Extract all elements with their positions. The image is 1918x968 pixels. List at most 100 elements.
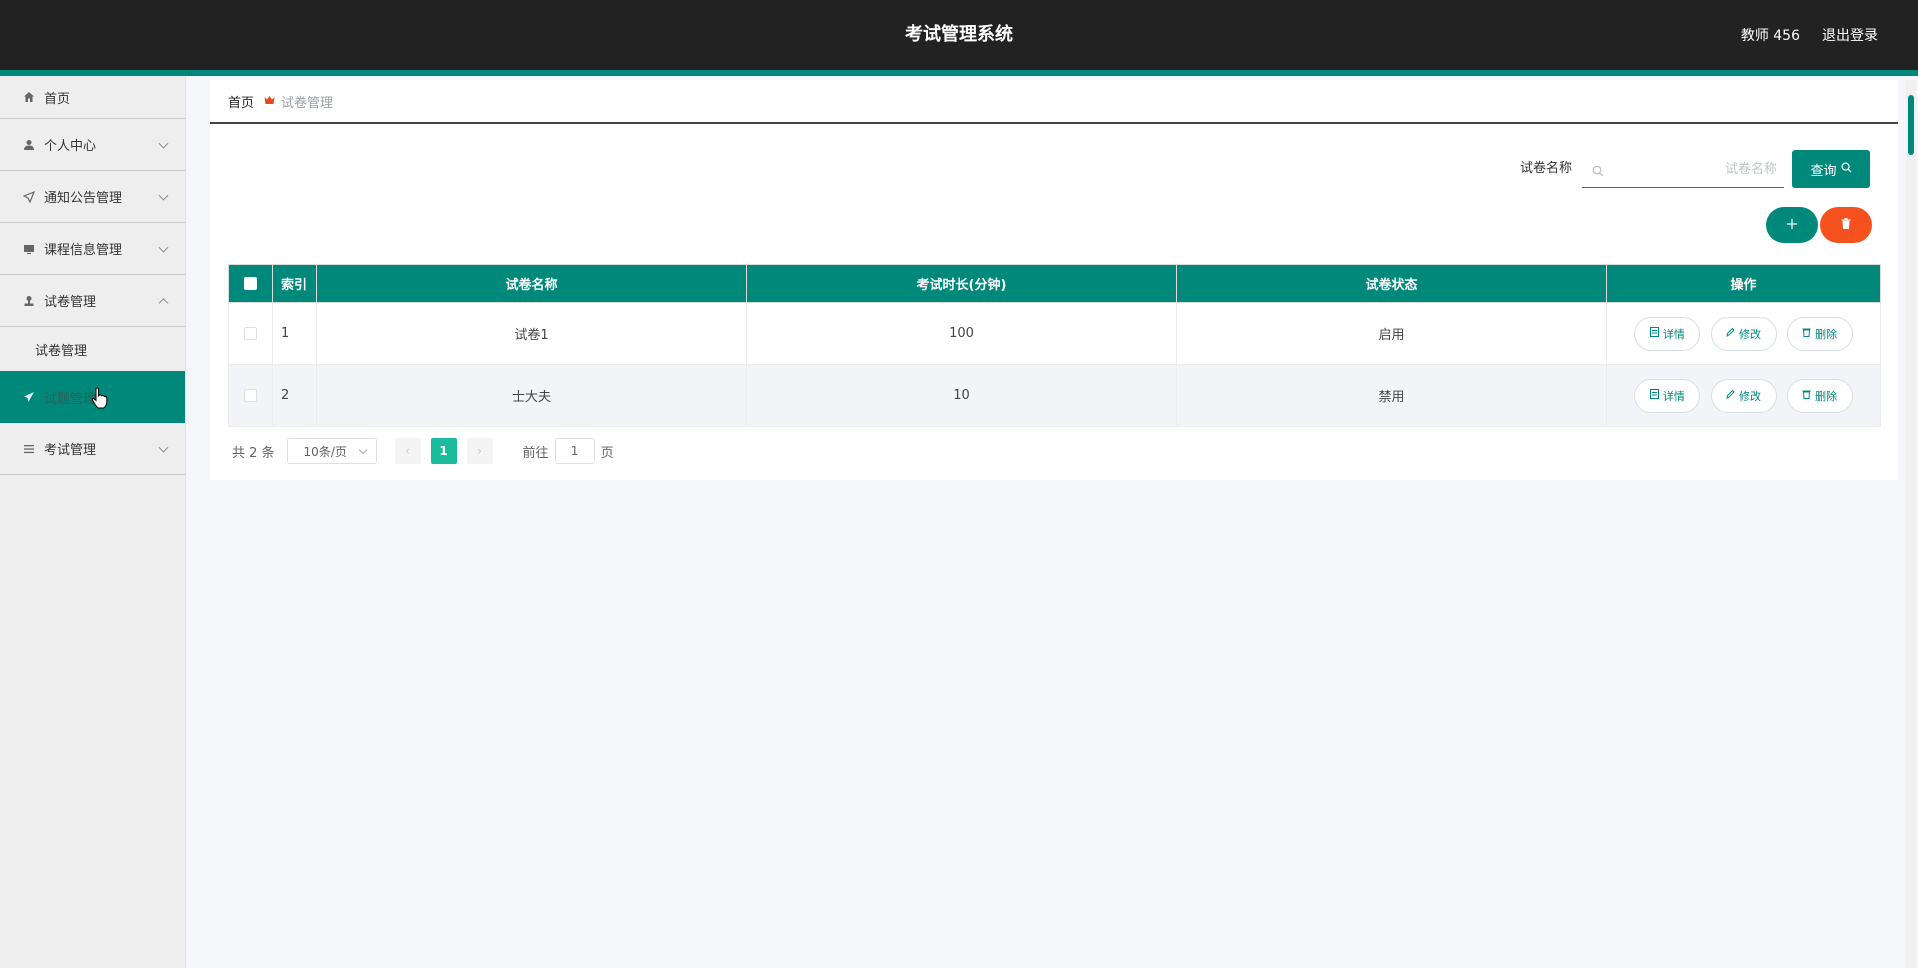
- sidebar-item-papers[interactable]: 试卷管理: [0, 275, 185, 327]
- edit-button[interactable]: 修改: [1710, 378, 1777, 413]
- hand-pointer-icon: [91, 387, 109, 409]
- detail-label: 详情: [1662, 327, 1685, 341]
- search-label: 试卷名称: [1520, 161, 1573, 176]
- scrollbar-thumb[interactable]: [1908, 95, 1914, 155]
- chevron-up-icon: [158, 297, 169, 308]
- search-field[interactable]: [1582, 150, 1784, 188]
- cell-duration: 10: [746, 364, 1177, 427]
- query-button-label: 查询: [1810, 163, 1837, 179]
- breadcrumb-current: 试卷管理: [281, 95, 334, 111]
- user-icon: [22, 138, 36, 152]
- sidebar-item-profile[interactable]: 个人中心: [0, 119, 185, 171]
- detail-button[interactable]: 详情: [1634, 316, 1701, 351]
- trash-icon: [1841, 218, 1851, 232]
- scrollbar-track[interactable]: [1906, 80, 1916, 968]
- breadcrumb-home[interactable]: 首页: [228, 92, 254, 111]
- query-button[interactable]: 查询: [1792, 150, 1870, 188]
- delete-button[interactable]: 删除: [1786, 316, 1853, 351]
- send-icon: [22, 190, 36, 204]
- detail-button[interactable]: 详情: [1634, 378, 1701, 413]
- sidebar-subitem-papers[interactable]: 试卷管理: [0, 327, 185, 371]
- next-page-button[interactable]: ›: [466, 438, 493, 464]
- chevron-down-icon: [158, 442, 169, 453]
- table-row: 2 士大夫 10 禁用 详情 修改 删除: [228, 364, 1881, 427]
- search-input[interactable]: [1612, 150, 1777, 188]
- chevron-down-icon: [358, 445, 367, 455]
- sidebar-item-label: 试题管理: [44, 391, 97, 407]
- user-info: 教师 456 退出登录: [1741, 0, 1878, 70]
- goto-page-input[interactable]: [554, 438, 595, 464]
- row-checkbox[interactable]: [244, 389, 257, 402]
- chevron-right-icon: ›: [477, 444, 482, 458]
- crown-icon: [264, 94, 275, 108]
- sidebar-item-label: 通知公告管理: [44, 191, 123, 206]
- add-button[interactable]: [1766, 207, 1818, 243]
- monitor-icon: [22, 242, 36, 256]
- edit-button[interactable]: 修改: [1710, 316, 1777, 351]
- logout-button[interactable]: 退出登录: [1822, 25, 1878, 45]
- top-header: 考试管理系统 教师 456 退出登录: [0, 0, 1918, 70]
- cell-actions: 详情 修改 删除: [1606, 302, 1881, 365]
- goto-prefix: 前往: [522, 445, 549, 461]
- cell-status: 启用: [1176, 302, 1607, 365]
- table-row: 1 试卷1 100 启用 详情 修改 删除: [228, 302, 1881, 365]
- home-icon: [22, 90, 36, 104]
- sidebar-item-courses[interactable]: 课程信息管理: [0, 223, 185, 275]
- pagination: 共 2 条 10条/页 ‹ 1 › 前往 页: [232, 437, 614, 465]
- column-header-actions: 操作: [1606, 264, 1881, 303]
- row-checkbox[interactable]: [244, 327, 257, 340]
- document-icon: [1649, 389, 1659, 402]
- paper-plane-icon: [22, 390, 36, 404]
- cell-name: 试卷1: [316, 302, 747, 365]
- batch-delete-button[interactable]: [1820, 207, 1872, 243]
- sidebar-item-label: 课程信息管理: [44, 243, 123, 258]
- cell-index: 2: [272, 364, 317, 427]
- page-number-button[interactable]: 1: [430, 438, 457, 464]
- column-header-index: 索引: [272, 264, 317, 303]
- breadcrumb: 首页 试卷管理: [210, 80, 1898, 124]
- page-size-select[interactable]: 10条/页: [286, 438, 377, 464]
- goto-suffix: 页: [600, 445, 614, 461]
- chevron-left-icon: ‹: [405, 444, 410, 458]
- page-size-value: 10条/页: [303, 444, 347, 459]
- trash-icon: [1802, 389, 1811, 402]
- chevron-down-icon: [158, 138, 169, 149]
- app-title: 考试管理系统: [905, 24, 1013, 45]
- sidebar-item-label: 考试管理: [44, 443, 97, 458]
- row-select-cell: [228, 302, 273, 365]
- papers-table: 索引 试卷名称 考试时长(分钟) 试卷状态 操作 1 试卷1 100 启用 详情: [228, 264, 1881, 427]
- sidebar-item-notices[interactable]: 通知公告管理: [0, 171, 185, 223]
- row-select-cell: [228, 364, 273, 427]
- goto-page: 前往 页: [523, 438, 614, 464]
- sidebar-item-exams[interactable]: 考试管理: [0, 423, 185, 475]
- column-header-duration: 考试时长(分钟): [746, 264, 1177, 303]
- sidebar-subitem-label: 试卷管理: [35, 343, 88, 359]
- column-header-status: 试卷状态: [1176, 264, 1607, 303]
- table-header-row: 索引 试卷名称 考试时长(分钟) 试卷状态 操作: [228, 264, 1881, 303]
- search-icon: [1841, 162, 1852, 177]
- delete-label: 删除: [1815, 327, 1838, 341]
- trash-icon: [1802, 327, 1811, 340]
- sidebar-item-home[interactable]: 首页: [0, 76, 185, 119]
- column-header-name: 试卷名称: [316, 264, 747, 303]
- select-all-checkbox[interactable]: [244, 277, 257, 290]
- header-accent-bar: [0, 70, 1918, 76]
- select-all-cell: [228, 264, 273, 303]
- main-panel: 首页 试卷管理 试卷名称 查询: [210, 80, 1898, 480]
- delete-button[interactable]: 删除: [1786, 378, 1853, 413]
- prev-page-button[interactable]: ‹: [394, 438, 421, 464]
- sidebar-item-label: 试卷管理: [44, 295, 97, 310]
- list-icon: [22, 442, 36, 456]
- pagination-total: 共 2 条: [232, 445, 275, 461]
- edit-label: 修改: [1739, 327, 1761, 341]
- cell-actions: 详情 修改 删除: [1606, 364, 1881, 427]
- cell-index: 1: [272, 302, 317, 365]
- cell-status: 禁用: [1176, 364, 1607, 427]
- document-icon: [1649, 327, 1659, 340]
- detail-label: 详情: [1662, 389, 1685, 403]
- chevron-down-icon: [158, 190, 169, 201]
- current-user: 教师 456: [1740, 28, 1800, 44]
- sidebar-item-label: 首页: [44, 91, 71, 107]
- cell-duration: 100: [746, 302, 1177, 365]
- pencil-icon: [1726, 327, 1735, 340]
